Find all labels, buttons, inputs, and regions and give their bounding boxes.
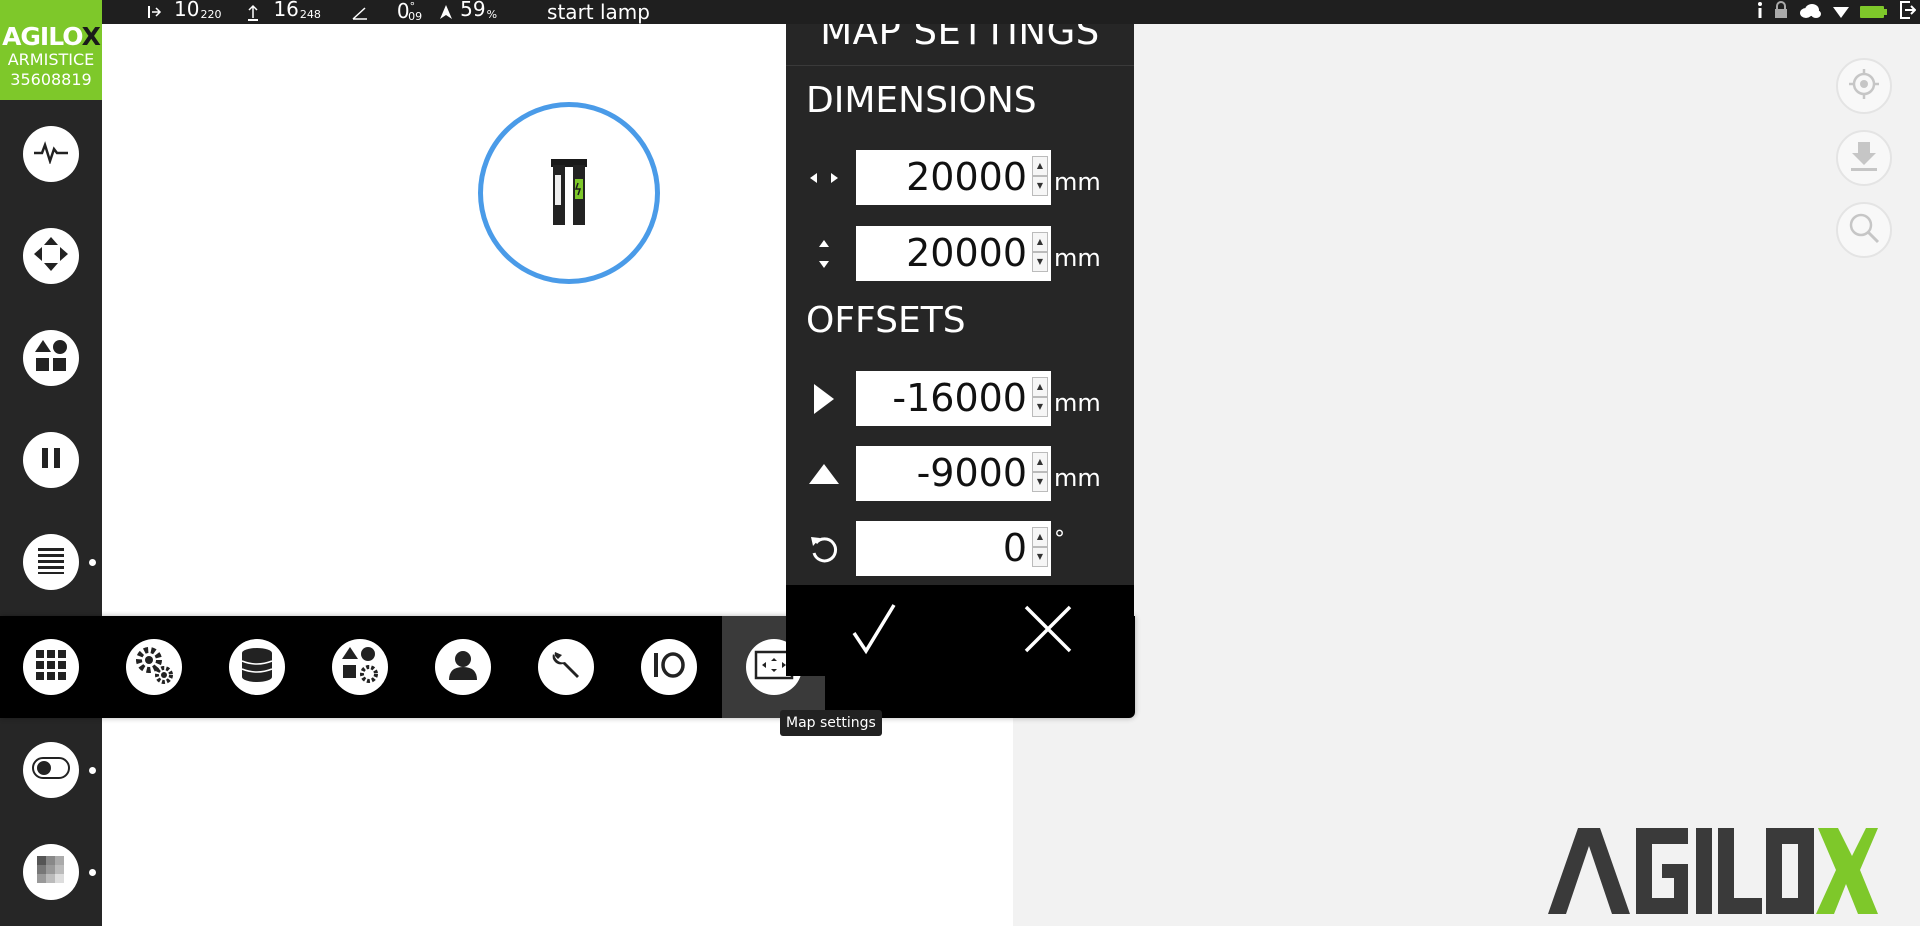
move-arrows-icon — [31, 234, 71, 278]
offset-x-stepper[interactable]: ▲ ▼ — [1032, 377, 1048, 419]
sidebar-status-button[interactable] — [23, 126, 79, 182]
cloud-icon[interactable] — [1798, 0, 1822, 24]
toolbar-io-button[interactable] — [641, 639, 697, 695]
pulse-icon — [33, 140, 69, 168]
list-icon — [36, 545, 66, 579]
download-icon — [1847, 139, 1881, 177]
dimensions-heading: DIMENSIONS — [806, 80, 1037, 121]
width-input[interactable]: 20000 ▲ ▼ — [856, 150, 1051, 205]
wrench-icon — [549, 648, 583, 686]
search-button[interactable] — [1836, 202, 1892, 258]
robot-name: ARMISTICE — [7, 50, 95, 69]
lock-icon[interactable] — [1774, 0, 1788, 24]
offset-x-row: -16000 ▲ ▼ mm — [786, 371, 1134, 426]
sidebar-indicator-dot — [89, 869, 96, 876]
battery-arrow-icon — [438, 0, 454, 24]
width-unit: mm — [1054, 168, 1101, 196]
panel-actions — [786, 585, 1134, 676]
shapes-gear-icon — [340, 645, 380, 689]
rotation-input[interactable]: 0 ▲ ▼ — [856, 521, 1051, 576]
agilox-logo — [1548, 822, 1878, 916]
logo-block[interactable]: AGILOX ARMISTICE 35608819 — [0, 0, 102, 100]
toolbar-user-button[interactable] — [435, 639, 491, 695]
rotation-row: 0 ▲ ▼ ° — [786, 521, 1134, 576]
grid-icon — [36, 650, 66, 684]
y-position: 16248 — [273, 0, 321, 21]
offset-x-input[interactable]: -16000 ▲ ▼ — [856, 371, 1051, 426]
cancel-button[interactable] — [1018, 599, 1078, 659]
offset-x-unit: mm — [1054, 389, 1101, 417]
sidebar-layers-button[interactable] — [23, 844, 79, 900]
gears-icon — [132, 643, 176, 691]
width-arrows-icon — [806, 150, 842, 205]
sidebar-indicator-dot — [89, 767, 96, 774]
toolbar-service-button[interactable] — [538, 639, 594, 695]
width-row: 20000 ▲ ▼ mm — [786, 150, 1134, 205]
database-icon — [240, 647, 274, 687]
robot-icon — [551, 159, 587, 225]
height-unit: mm — [1054, 244, 1101, 272]
download-button[interactable] — [1836, 130, 1892, 186]
tooltip: Map settings — [780, 710, 882, 736]
sidebar-move-button[interactable] — [23, 228, 79, 284]
workflow-icon — [33, 338, 69, 378]
locate-icon — [1847, 67, 1881, 105]
angle-icon — [351, 0, 367, 24]
height-stepper[interactable]: ▲ ▼ — [1032, 232, 1048, 274]
x-position-icon — [146, 0, 162, 24]
robot-id: 35608819 — [10, 70, 92, 89]
sidebar-toggle-button[interactable] — [23, 742, 79, 798]
rotation-unit: ° — [1054, 527, 1065, 552]
offset-y-stepper[interactable]: ▲ ▼ — [1032, 452, 1048, 494]
toolbar-apps-button[interactable] — [23, 639, 79, 695]
toolbar-settings-button[interactable] — [126, 639, 182, 695]
offset-y-input[interactable]: -9000 ▲ ▼ — [856, 446, 1051, 501]
toolbar-database-button[interactable] — [229, 639, 285, 695]
close-icon — [1018, 605, 1078, 663]
battery-level: 59% — [460, 0, 498, 21]
io-icon — [651, 651, 687, 683]
sidebar-pause-button[interactable] — [23, 432, 79, 488]
sidebar-workflow-button[interactable] — [23, 330, 79, 386]
map-settings-panel: MAP SETTINGS DIMENSIONS 20000 ▲ ▼ mm 2000… — [786, 0, 1134, 676]
status-message: start lamp — [547, 0, 650, 24]
checkmark-icon — [844, 604, 904, 663]
info-icon[interactable] — [1756, 0, 1764, 24]
logout-icon[interactable] — [1898, 0, 1917, 25]
offset-y-unit: mm — [1054, 464, 1101, 492]
y-position-icon — [245, 0, 261, 24]
wifi-icon[interactable] — [1832, 0, 1850, 24]
robot-position-marker[interactable] — [478, 102, 660, 284]
offsets-heading: OFFSETS — [806, 300, 966, 341]
toggle-icon — [32, 757, 70, 783]
height-row: 20000 ▲ ▼ mm — [786, 226, 1134, 281]
arrow-right-icon — [806, 371, 842, 426]
toolbar-workflow-settings-button[interactable] — [332, 639, 388, 695]
pause-icon — [39, 446, 63, 474]
width-stepper[interactable]: ▲ ▼ — [1032, 156, 1048, 198]
height-arrows-icon — [806, 226, 842, 281]
sidebar — [0, 100, 102, 926]
sidebar-orders-button[interactable] — [23, 534, 79, 590]
angle: 0°09 — [396, 0, 423, 23]
search-icon — [1847, 211, 1881, 249]
locate-button[interactable] — [1836, 58, 1892, 114]
battery-icon — [1860, 0, 1888, 24]
brand-logo-text: AGILOX — [2, 22, 101, 51]
height-input[interactable]: 20000 ▲ ▼ — [856, 226, 1051, 281]
confirm-button[interactable] — [844, 599, 904, 659]
offset-y-row: -9000 ▲ ▼ mm — [786, 446, 1134, 501]
user-icon — [448, 649, 478, 685]
status-bar: 10220 16248 0°09 59% start lamp — [0, 0, 1920, 24]
rotation-stepper[interactable]: ▲ ▼ — [1032, 527, 1048, 569]
x-position: 10220 — [174, 0, 222, 21]
arrow-up-icon — [806, 446, 842, 501]
layers-icon — [37, 856, 65, 888]
sidebar-indicator-dot — [89, 559, 96, 566]
rotate-icon — [806, 521, 842, 576]
